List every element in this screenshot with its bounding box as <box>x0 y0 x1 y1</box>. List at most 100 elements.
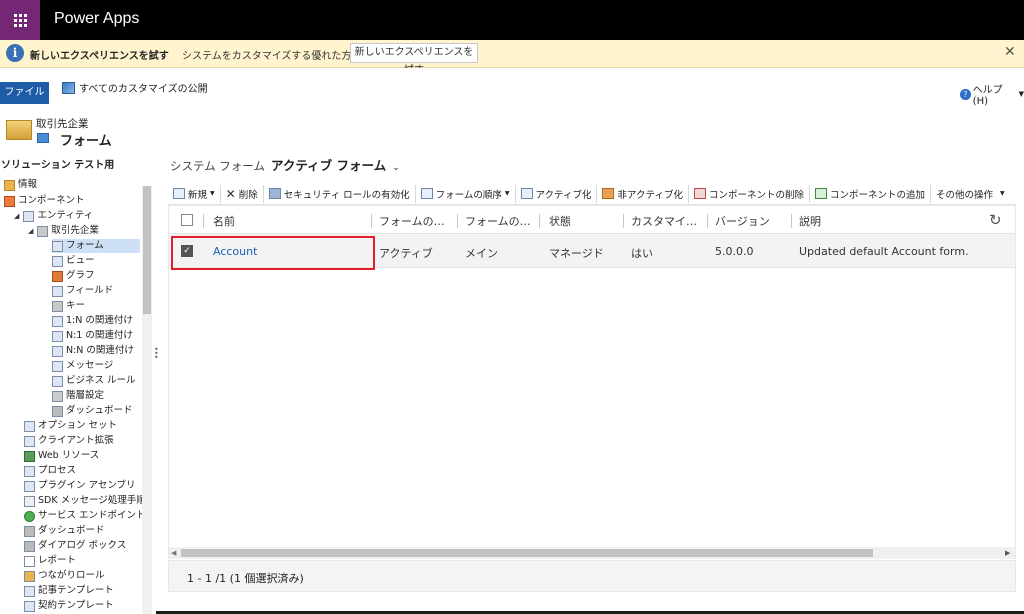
add-component-button[interactable]: コンポーネントの追加 <box>810 184 931 203</box>
deactivate-button[interactable]: 非アクティブ化 <box>597 184 689 203</box>
view-selector[interactable]: システム フォーム アクティブ フォーム ⌄ <box>170 155 400 174</box>
column-header-status[interactable]: 状態 <box>549 213 571 229</box>
select-all-checkbox[interactable] <box>181 214 193 226</box>
remove-component-button[interactable]: コンポーネントの削除 <box>689 184 810 203</box>
option-set-icon <box>24 420 35 432</box>
publish-all-button[interactable]: すべてのカスタマイズの公開 <box>62 80 208 95</box>
service-endpoint-icon <box>24 510 35 522</box>
article-template-icon <box>24 585 35 597</box>
sidebar-item-nn-relationships[interactable]: N:N の関連付け <box>52 344 134 358</box>
sidebar-item-reports[interactable]: レポート <box>24 554 76 568</box>
sidebar-scrollbar[interactable] <box>142 186 152 614</box>
column-header-customizable[interactable]: カスタマイ… <box>631 213 697 229</box>
dashboard-icon <box>24 525 35 537</box>
sidebar-item-web-resources[interactable]: Web リソース <box>24 449 99 463</box>
new-button[interactable]: 新規 ▼ <box>168 184 221 203</box>
sidebar-item-hierarchy[interactable]: 階層設定 <box>52 389 104 403</box>
sidebar-scroll-thumb[interactable] <box>143 186 151 314</box>
sidebar-item-views[interactable]: ビュー <box>52 254 95 268</box>
relationship-icon <box>52 345 63 357</box>
cell-form-type: アクティブ <box>379 247 433 260</box>
sidebar-item-sdk-steps[interactable]: SDK メッセージ処理手順 <box>24 494 146 508</box>
sidebar-item-business-rules[interactable]: ビジネス ルール <box>52 374 136 388</box>
sidebar-item-components[interactable]: コンポーネント <box>4 194 85 208</box>
table-row[interactable]: ✓ Account アクティブ メイン マネージド はい 5.0.0.0 Upd… <box>169 234 1015 270</box>
column-header-form-type[interactable]: フォームの… <box>379 213 445 229</box>
sidebar-item-dashboards[interactable]: ダッシュボード <box>24 524 105 538</box>
cell-description: Updated default Account form. <box>799 245 969 258</box>
chevron-down-icon: ▼ <box>1018 90 1024 98</box>
info-icon: i <box>6 44 24 62</box>
form-order-button[interactable]: フォームの順序 ▼ <box>416 184 516 203</box>
sidebar-item-article-templates[interactable]: 記事テンプレート <box>24 584 114 598</box>
more-actions-button[interactable]: その他の操作 ▼ <box>931 185 1010 203</box>
column-header-name[interactable]: 名前 <box>213 213 235 229</box>
process-icon <box>24 465 35 477</box>
close-icon[interactable]: ✕ <box>1004 44 1016 60</box>
sidebar-item-messages[interactable]: メッセージ <box>52 359 113 373</box>
top-bar: Power Apps <box>0 0 1024 40</box>
sidebar-item-account-entity[interactable]: ◢ 取引先企業 <box>28 224 99 238</box>
grid-footer: 1 - 1 /1 (1 個選択済み) <box>168 560 1016 592</box>
grid-scroll-thumb[interactable] <box>181 549 873 557</box>
delete-icon: ✕ <box>225 186 236 201</box>
cell-version: 5.0.0.0 <box>715 245 754 258</box>
relationship-icon <box>52 330 63 342</box>
column-divider <box>623 214 624 228</box>
sidebar-item-n1-relationships[interactable]: N:1 の関連付け <box>52 329 133 343</box>
key-icon <box>52 300 63 312</box>
scroll-right-icon[interactable]: ▶ <box>1005 547 1010 559</box>
waffle-icon <box>13 13 27 27</box>
sidebar-item-entities[interactable]: ◢ エンティティ <box>14 209 93 223</box>
sidebar-item-plugin-assemblies[interactable]: プラグイン アセンブリ <box>24 479 136 493</box>
app-launcher-button[interactable] <box>0 0 40 40</box>
solution-sidebar: 取引先企業 フォーム ソリューション テスト用 情報 コンポーネント ◢ エンティ… <box>0 116 156 614</box>
scroll-left-icon[interactable]: ◀ <box>171 547 176 559</box>
column-header-form-usage[interactable]: フォームの… <box>465 213 531 229</box>
sidebar-item-entity-dashboards[interactable]: ダッシュボード <box>52 404 133 418</box>
sidebar-item-dialog-boxes[interactable]: ダイアログ ボックス <box>24 539 126 553</box>
message-icon <box>52 360 63 372</box>
app-title: Power Apps <box>54 10 140 27</box>
sidebar-item-keys[interactable]: キー <box>52 299 85 313</box>
entities-icon <box>23 210 35 222</box>
help-menu[interactable]: ? ヘルプ(H) ▼ <box>960 81 1024 107</box>
add-component-icon <box>814 188 827 199</box>
dialog-icon <box>24 540 35 552</box>
deactivate-icon <box>602 188 615 199</box>
delete-button[interactable]: ✕ 削除 <box>221 184 264 203</box>
file-tab[interactable]: ファイル <box>0 82 49 104</box>
web-resource-icon <box>24 450 35 462</box>
sidebar-item-charts[interactable]: グラフ <box>52 269 95 283</box>
column-header-description[interactable]: 説明 <box>799 213 821 229</box>
column-header-version[interactable]: バージョン <box>715 213 770 229</box>
chevron-down-icon: ▼ <box>210 190 215 197</box>
security-role-icon <box>268 188 281 199</box>
active-view-name: アクティブ フォーム <box>270 158 387 173</box>
refresh-icon[interactable]: ↻ <box>989 211 1002 229</box>
sidebar-item-contract-templates[interactable]: 契約テンプレート <box>24 599 114 613</box>
sidebar-item-option-sets[interactable]: オプション セット <box>24 419 117 433</box>
try-new-experience-button[interactable]: 新しいエクスペリエンスを試す <box>350 43 478 76</box>
activate-button[interactable]: アクティブ化 <box>516 184 598 203</box>
sidebar-item-info[interactable]: 情報 <box>4 178 37 192</box>
sidebar-item-forms[interactable]: フォーム <box>52 239 140 253</box>
sidebar-item-client-extensions[interactable]: クライアント拡張 <box>24 434 114 448</box>
solution-name: ソリューション テスト用 <box>1 160 115 171</box>
sidebar-entity-name: 取引先企業 <box>36 118 89 130</box>
chart-icon <box>52 270 63 282</box>
pane-splitter-handle[interactable]: • • • <box>154 346 159 362</box>
sidebar-item-fields[interactable]: フィールド <box>52 284 113 298</box>
chevron-down-icon: ▼ <box>1000 190 1005 197</box>
sidebar-item-processes[interactable]: プロセス <box>24 464 76 478</box>
activate-icon <box>520 188 533 199</box>
sidebar-item-1n-relationships[interactable]: 1:N の関連付け <box>52 314 133 328</box>
form-icon <box>52 240 63 252</box>
highlight-box <box>171 236 375 270</box>
sdk-icon <box>24 495 35 507</box>
sidebar-item-service-endpoints[interactable]: サービス エンドポイント <box>24 509 146 523</box>
enable-security-roles-button[interactable]: セキュリティ ロールの有効化 <box>264 184 416 203</box>
sidebar-item-connection-roles[interactable]: つながりロール <box>24 569 105 583</box>
grid-horizontal-scrollbar[interactable]: ◀ ▶ <box>169 547 1015 559</box>
grid-toolbar: 新規 ▼ ✕ 削除 セキュリティ ロールの有効化 フォームの順序 ▼ アクティブ化 非… <box>168 183 1016 205</box>
